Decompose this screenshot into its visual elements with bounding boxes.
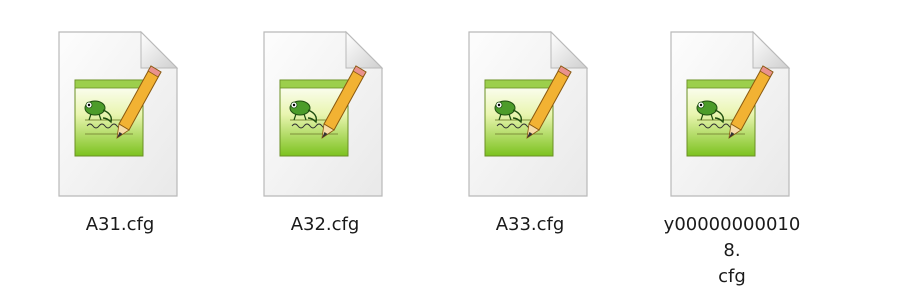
notepad-plus-plus-file-icon [250,22,400,204]
file-item[interactable]: A33.cfg [455,22,605,282]
file-item[interactable]: A31.cfg [45,22,195,282]
file-item[interactable]: y000000000108. cfg [657,22,807,287]
file-name-label: A33.cfg [495,214,565,235]
file-item[interactable]: A32.cfg [250,22,400,282]
file-list-view: A31.cfg A32.cfg A33.cfg y000000000108. c… [0,0,901,304]
file-name-label: y000000000108. cfg [663,214,801,287]
notepad-plus-plus-file-icon [455,22,605,204]
file-name-label: A32.cfg [290,214,360,235]
notepad-plus-plus-file-icon [45,22,195,204]
file-name-label: A31.cfg [85,214,155,235]
notepad-plus-plus-file-icon [657,22,807,204]
